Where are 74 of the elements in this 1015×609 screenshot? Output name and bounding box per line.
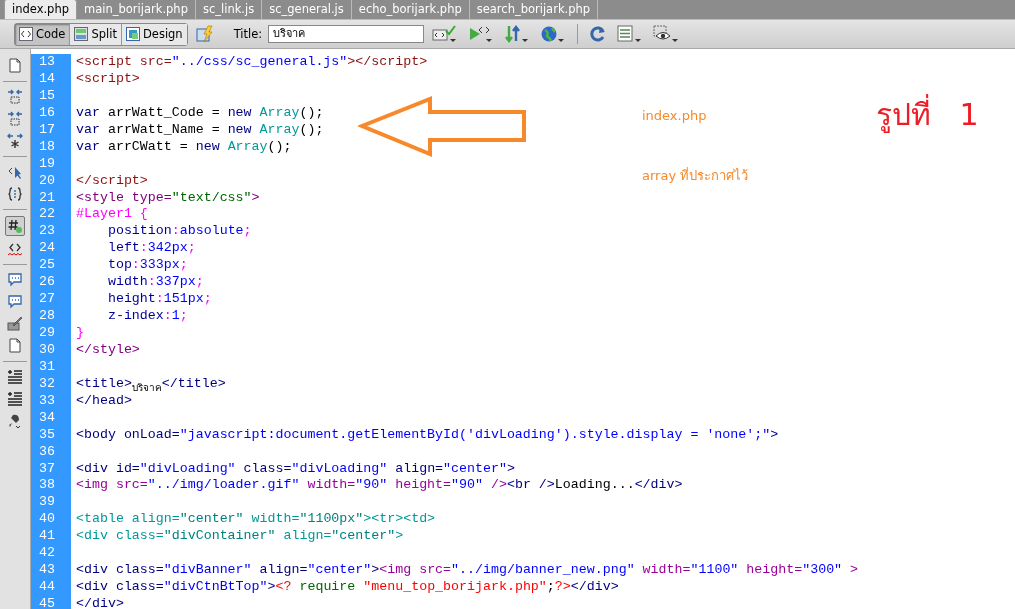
title-field[interactable]: บริจาค — [268, 25, 425, 43]
line-number: 43 — [31, 562, 71, 580]
line-number: 23 — [31, 223, 71, 241]
code-line: z-index:1; — [106, 308, 188, 325]
eye-icon[interactable] — [653, 25, 680, 43]
up-down-arrows-icon[interactable] — [504, 25, 531, 43]
code-line: <script src="../css/sc_general.js"></script> — [75, 54, 428, 71]
code-line: } — [75, 325, 84, 342]
refresh-icon[interactable] — [589, 25, 608, 43]
document-icon[interactable] — [6, 57, 24, 75]
code-line: <table align="center" width="1100px"><tr><td> — [75, 511, 436, 529]
code-line: var arrWatt_Name = new Array(); — [75, 121, 324, 139]
line-number: 41 — [31, 528, 71, 546]
code-line: </style> — [75, 341, 140, 359]
globe-icon[interactable] — [540, 25, 567, 43]
annotation-label: index.php — [642, 108, 707, 123]
code-line: <style type="text/css"> — [75, 189, 260, 207]
collapse-icon[interactable] — [6, 110, 24, 128]
code-line: #Layer1 { — [75, 206, 148, 224]
line-number: 44 — [31, 579, 71, 596]
code-icon — [19, 27, 33, 41]
code-line: width:337px; — [106, 274, 204, 292]
code-line: <div class="divBanner" align="center"><img src="../img/banner_new.png" width="1100" height="300" > — [75, 562, 859, 580]
braces-icon[interactable] — [6, 185, 24, 203]
line-number: 13 — [31, 54, 71, 71]
collapse-icon[interactable] — [6, 88, 24, 106]
code-line: <body onLoad="javascript:document.getElementById('divLoading').style.display = 'none';"> — [75, 426, 779, 444]
code-line: <div class="divCtnBtTop"><? require "menu_top_borijark.php";?></div> — [75, 579, 619, 596]
code-line: height:151px; — [106, 291, 212, 309]
code-line: <img src="../img/loader.gif" width="90" height="90" /><br />Loading...</div> — [75, 477, 683, 495]
comment-icon[interactable] — [6, 271, 24, 289]
code-line: position:absolute; — [106, 223, 252, 241]
line-number: 26 — [31, 274, 71, 292]
indent-icon[interactable] — [6, 368, 24, 386]
design-icon — [125, 27, 140, 41]
line-number: 22 — [31, 206, 71, 224]
list-options-icon[interactable] — [617, 25, 644, 43]
comment-icon[interactable] — [6, 293, 24, 311]
indent-icon[interactable] — [6, 390, 24, 408]
preview-arrow-icon[interactable] — [468, 25, 495, 43]
file-tab[interactable]: index.php — [4, 0, 77, 19]
view-button[interactable]: Code — [15, 23, 71, 45]
view-button[interactable]: Split — [70, 23, 122, 45]
line-number: 25 — [31, 257, 71, 275]
annotation-note: array ที่ประกาศไว้ — [642, 166, 749, 185]
line-number: 39 — [31, 494, 71, 512]
line-number: 28 — [31, 308, 71, 325]
code-line: </div> — [75, 596, 124, 609]
code-line: <div id="divLoading" class="divLoading" align="center"> — [75, 460, 515, 478]
code-line: </script> — [75, 172, 148, 190]
line-number: 42 — [31, 545, 71, 563]
line-number: 45 — [31, 596, 71, 609]
code-line: <div class="divContainer" align="center"> — [75, 528, 404, 546]
code-line: top:333px; — [106, 257, 188, 275]
code-line: <title>$_{บริจาค}$</title> — [75, 375, 226, 393]
pen-icon[interactable] — [6, 315, 24, 333]
view-button[interactable]: Design — [121, 23, 187, 45]
split-icon — [74, 27, 89, 41]
code-line: </head> — [75, 392, 132, 410]
line-number: 27 — [31, 291, 71, 309]
document-icon[interactable] — [6, 337, 24, 355]
hash-icon[interactable] — [5, 216, 25, 236]
line-number: 40 — [31, 511, 71, 529]
title-label: Title: — [233, 27, 263, 41]
code-line: var arrCWatt = new Array(); — [75, 138, 292, 156]
code-line: <script> — [75, 70, 140, 88]
code-line: left:342px; — [106, 240, 196, 258]
line-number: 38 — [31, 477, 71, 495]
line-number: 24 — [31, 240, 71, 258]
validate-icon[interactable] — [432, 25, 459, 43]
code-line: var arrWatt_Code = new Array(); — [75, 104, 324, 122]
line-number: 29 — [31, 325, 71, 342]
figure-caption: รูปที่ 1 — [876, 91, 979, 138]
expand-icon[interactable] — [6, 132, 24, 150]
